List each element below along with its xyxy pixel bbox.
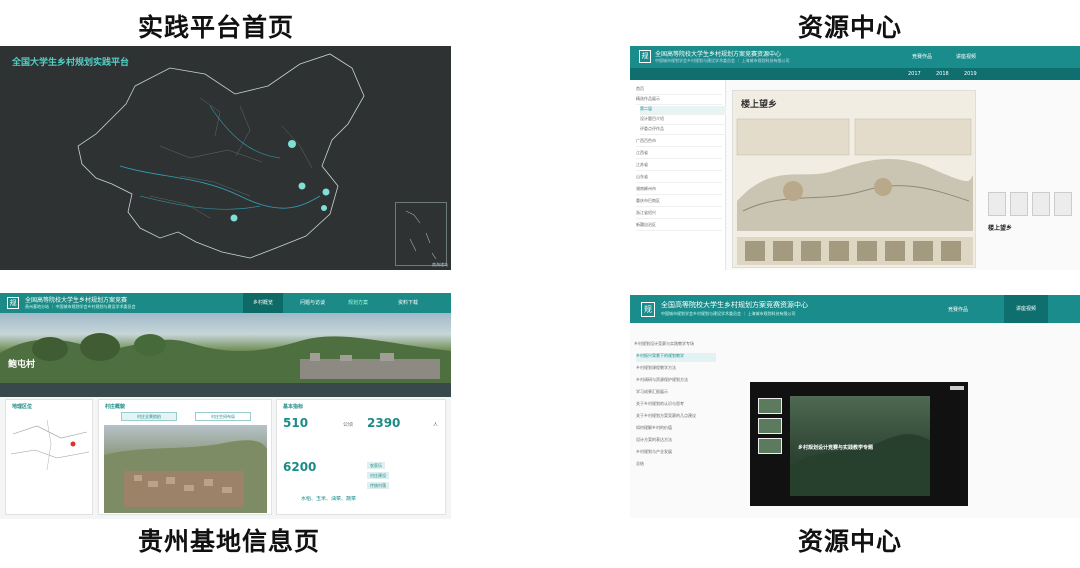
sidebar-item[interactable]: 江苏省 <box>636 162 722 171</box>
work-thumbnail[interactable] <box>1032 192 1050 216</box>
work-thumbnail[interactable] <box>1054 192 1072 216</box>
header-subtitle: 中国城市规划学会乡村规划与建设学术委员会 ｜ 上海城市规划科技有限公司 <box>661 311 796 316</box>
village-description-bar <box>0 383 451 397</box>
header-subtitle: 中国城市规划学会乡村规划与建设学术委员会 ｜ 上海城市规划科技有限公司 <box>655 58 790 63</box>
sidebar-item[interactable]: 精选作品展示 <box>636 96 722 105</box>
resource-center-works-screenshot: 规 全国高等院校大学生乡村规划方案竞赛资源中心 中国城市规划学会乡村规划与建设学… <box>630 46 1080 270</box>
nav-issues-interviews[interactable]: 问题与访谈 <box>300 299 325 306</box>
header-bar: 规 全国高等院校大学生乡村规划方案竞赛 贵州基地分站 ｜ 中国城市规划学会乡村规… <box>0 293 451 313</box>
caption-bottom-left: 贵州基地信息页 <box>138 527 321 556</box>
sidebar-item[interactable]: 设计题目介绍 <box>640 116 726 125</box>
logo-icon: 规 <box>639 50 651 63</box>
china-map[interactable] <box>0 46 451 270</box>
south-china-sea-inset <box>395 202 447 266</box>
sidebar-item-selected[interactable]: 第二届 <box>640 106 726 115</box>
lecture-item[interactable]: 乡村规划课程教学方法 <box>636 365 716 374</box>
caption-top-right: 资源中心 <box>798 13 903 42</box>
nav-lectures[interactable]: 讲座视频 <box>956 53 976 60</box>
practice-platform-home-screenshot: 全国大学生乡村规划实践平台 南海诸岛 <box>0 46 451 270</box>
nav-lectures[interactable]: 讲座视频 <box>1004 295 1049 323</box>
guizhou-base-info-screenshot: 规 全国高等院校大学生乡村规划方案竞赛 贵州基地分站 ｜ 中国城市规划学会乡村规… <box>0 293 451 519</box>
work-thumbnail[interactable] <box>988 192 1006 216</box>
work-title: 楼上望乡 <box>988 225 1013 232</box>
households-unit: 人 <box>433 422 439 428</box>
year-tab-2017[interactable]: 2017 <box>908 71 921 77</box>
caption-bottom-right: 资源中心 <box>798 527 903 556</box>
population-value: 6200 <box>283 460 317 474</box>
year-tabs: 2017 2018 2019 <box>630 68 1080 80</box>
sidebar-item[interactable]: 广西百色市 <box>636 138 722 147</box>
lecture-item[interactable]: 如何理解乡村的价值 <box>636 425 716 434</box>
tag: 传统村落 <box>367 482 389 489</box>
year-tab-2018[interactable]: 2018 <box>936 71 949 77</box>
header-title: 全国高等院校大学生乡村规划方案竞赛 <box>25 297 128 304</box>
logo-icon: 规 <box>7 297 19 309</box>
lecture-item[interactable]: 乡村调研与资源保护规划方法 <box>636 377 716 386</box>
resource-center-lectures-screenshot: 规 全国高等院校大学生乡村规划方案竞赛资源中心 中国城市规划学会乡村规划与建设学… <box>630 295 1080 518</box>
sidebar-item[interactable]: 新疆自治区 <box>636 222 722 231</box>
logo-icon: 规 <box>641 302 655 317</box>
village-hero-photo: 鲍屯村 <box>0 313 451 383</box>
sidebar: 首页 精选作品展示 第二届 设计题目介绍 评委点评作品 广西百色市 江西省 江苏… <box>630 80 726 270</box>
video-controls[interactable] <box>950 386 964 390</box>
lecture-item[interactable]: 关于乡村规划方案竞赛的几点建议 <box>636 413 716 422</box>
tag: 村庄建设 <box>367 472 389 479</box>
lecture-item[interactable]: 乡村规划与产业发展 <box>636 449 716 458</box>
card-title: 地理区位 <box>12 404 33 410</box>
header-bar: 规 全国高等院校大学生乡村规划方案竞赛资源中心 中国城市规划学会乡村规划与建设学… <box>630 46 1080 68</box>
area-value: 510 <box>283 416 309 430</box>
sidebar-item[interactable]: 重庆市巴南区 <box>636 198 722 207</box>
slide-thumbnail[interactable] <box>758 398 782 414</box>
header-bar: 规 全国高等院校大学生乡村规划方案竞赛资源中心 中国城市规划学会乡村规划与建设学… <box>630 295 1080 323</box>
header-title: 全国高等院校大学生乡村规划方案竞赛资源中心 <box>661 301 808 309</box>
slide-thumbnail[interactable] <box>758 438 782 454</box>
sidebar-item[interactable]: 首页 <box>636 86 722 95</box>
card-title: 村庄概貌 <box>105 404 126 410</box>
card-title: 基本指标 <box>283 404 304 410</box>
base-marker-zhejiang <box>321 205 327 211</box>
sidebar-item[interactable]: 湖南郴州市 <box>636 186 722 195</box>
lecture-item[interactable]: 总结 <box>636 461 716 470</box>
header-subtitle: 贵州基地分站 ｜ 中国城市规划学会乡村规划与建设学术委员会 <box>25 304 136 309</box>
aerial-village-photo[interactable] <box>104 425 267 513</box>
base-marker-beijing <box>288 140 296 148</box>
tag: 农家乐 <box>367 462 385 469</box>
tab-spatial-layout[interactable]: 村庄空间布局 <box>195 412 251 421</box>
nav-works[interactable]: 竞赛作品 <box>912 53 932 60</box>
slide-thumbnail[interactable] <box>758 418 782 434</box>
caption-top-left: 实践平台首页 <box>138 13 295 42</box>
inset-label: 南海诸岛 <box>432 262 448 267</box>
base-marker-jiangsu <box>322 188 330 196</box>
work-poster[interactable]: 楼上望乡 <box>732 90 976 268</box>
village-overview-card: 村庄概貌 村庄全景航拍 村庄空间布局 <box>98 399 272 515</box>
year-tab-2019[interactable]: 2019 <box>964 71 977 77</box>
sidebar-item[interactable]: 江西省 <box>636 150 722 159</box>
header-title: 全国高等院校大学生乡村规划方案竞赛资源中心 <box>655 51 782 58</box>
nav-downloads[interactable]: 资料下载 <box>398 299 418 306</box>
base-marker-guizhou <box>230 214 238 222</box>
basic-indicators-card: 基本指标 510 公顷 2390 人 6200 水稻、玉米、油菜、蔬菜 农家乐 … <box>276 399 446 515</box>
lecture-category[interactable]: 乡村规划设计竞赛与实践教学专场 <box>634 341 714 350</box>
sidebar-item[interactable]: 评委点评作品 <box>640 126 726 135</box>
video-player[interactable]: 乡村规划设计竞赛与实践教学专题 <box>750 382 968 506</box>
slide-title: 乡村规划设计竞赛与实践教学专题 <box>798 445 874 451</box>
nav-plans[interactable]: 规划方案 <box>348 299 368 306</box>
lecture-item[interactable]: 设计方案的表达方法 <box>636 437 716 446</box>
sidebar-item[interactable]: 浙江省绍兴 <box>636 210 722 219</box>
work-thumbnail[interactable] <box>1010 192 1028 216</box>
nav-works[interactable]: 竞赛作品 <box>948 306 968 313</box>
location-card: 地理区位 <box>5 399 93 515</box>
nav-village-overview[interactable]: 乡村概览 <box>243 293 284 313</box>
lecture-item[interactable]: 关于乡村规划的认识与思考 <box>636 401 716 410</box>
area-unit: 公顷 <box>343 422 354 428</box>
crops-text: 水稻、玉米、油菜、蔬菜 <box>301 496 357 502</box>
lecture-item-selected[interactable]: 乡村振兴背景下的规划教学 <box>636 353 716 362</box>
lecture-slide: 乡村规划设计竞赛与实践教学专题 <box>790 396 930 496</box>
tab-aerial-panorama[interactable]: 村庄全景航拍 <box>121 412 177 421</box>
village-name: 鲍屯村 <box>8 360 36 370</box>
households-value: 2390 <box>367 416 401 430</box>
sidebar-item[interactable]: 山东省 <box>636 174 722 183</box>
base-marker-shandong <box>298 182 306 190</box>
lecture-item[interactable]: 学习成果汇报展示 <box>636 389 716 398</box>
